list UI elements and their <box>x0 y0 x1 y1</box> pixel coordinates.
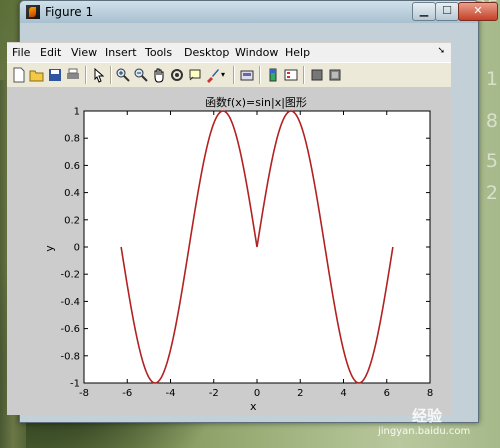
x-tick-label: -6 <box>122 388 132 399</box>
y-tick-label: 0 <box>74 243 80 254</box>
plot-title: 函数f(x)=sin|x|图形 <box>205 96 307 109</box>
plot-area[interactable]: -8 -6 -4 -2 0 2 4 6 8 -1 -0.8 -0.6 -0.4 -0.2 0 0.2 0.4 0.… <box>0 0 500 448</box>
x-tick-label: 2 <box>297 388 303 399</box>
x-tick-label: -2 <box>209 388 219 399</box>
y-tick-label: 0.8 <box>64 134 80 145</box>
x-tick-label: 0 <box>254 388 260 399</box>
y-tick-label: 0.4 <box>64 188 80 199</box>
y-tick-label: -0.2 <box>60 270 80 281</box>
y-tick-label: -1 <box>70 379 80 390</box>
y-tick-label: -0.4 <box>60 297 80 308</box>
x-tick-label: -4 <box>166 388 176 399</box>
y-tick-label: 0.6 <box>64 161 80 172</box>
y-tick-label: 1 <box>74 107 80 118</box>
x-tick-label: 6 <box>384 388 390 399</box>
x-tick-label: -8 <box>79 388 89 399</box>
x-tick-label: 4 <box>340 388 346 399</box>
y-axis-label: y <box>42 245 56 252</box>
watermark-url: jingyan.baidu.com <box>378 426 471 437</box>
y-tick-label: 0.2 <box>64 215 80 226</box>
x-tick-label: 8 <box>427 388 433 399</box>
watermark-text: 经验 <box>412 407 443 425</box>
y-tick-label: -0.8 <box>60 351 80 362</box>
x-axis-label: x <box>250 400 257 413</box>
y-tick-label: -0.6 <box>60 324 80 335</box>
